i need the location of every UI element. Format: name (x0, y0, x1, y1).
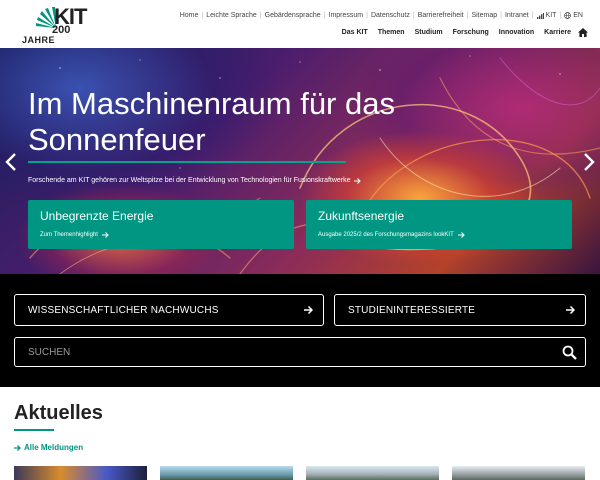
logo-anniversary-word: JAHRE (22, 35, 56, 45)
quicklink-studieninteressierte[interactable]: STUDIENINTERESSIERTE (334, 294, 586, 326)
quicklink-label: STUDIENINTERESSIERTE (348, 304, 476, 316)
language-label: EN (573, 12, 583, 19)
teaser-card-unbegrenzte-energie[interactable]: Unbegrenzte Energie Zum Themenhighlight (28, 200, 294, 249)
site-header: KIT 200 JAHRE Home | Leichte Sprache | G… (0, 0, 600, 48)
meta-link-gebaerdensprache[interactable]: Gebärdensprache (262, 12, 324, 19)
teaser-title: Zukunftsenergie (318, 209, 405, 223)
arrow-right-icon (457, 232, 465, 238)
news-thumbnail-image[interactable] (306, 466, 439, 480)
nav-item-studium[interactable]: Studium (410, 29, 448, 36)
teaser-link[interactable]: Ausgabe 2025/2 des Forschungsmagazins lo… (318, 232, 465, 238)
search-input[interactable] (28, 346, 528, 358)
arrow-right-icon (101, 232, 109, 238)
slider-prev-button[interactable] (4, 152, 18, 172)
news-thumbnail-image[interactable] (452, 466, 585, 480)
meta-link-home[interactable]: Home (177, 12, 202, 19)
teaser-card-zukunftsenergie[interactable]: Zukunftsenergie Ausgabe 2025/2 des Forsc… (306, 200, 572, 249)
nav-item-karriere[interactable]: Karriere (539, 29, 576, 36)
chevron-right-icon (584, 153, 595, 171)
search-icon[interactable] (562, 345, 577, 360)
teaser-title: Unbegrenzte Energie (40, 209, 154, 223)
main-navigation: Das KIT Themen Studium Forschung Innovat… (337, 28, 588, 37)
meta-link-impressum[interactable]: Impressum (326, 12, 367, 19)
nav-item-forschung[interactable]: Forschung (448, 29, 494, 36)
quicklink-wissenschaftlicher-nachwuchs[interactable]: WISSENSCHAFTLICHER NACHWUCHS (14, 294, 324, 326)
news-heading: Aktuelles (14, 402, 103, 424)
meta-link-leichte-sprache[interactable]: Leichte Sprache (203, 12, 260, 19)
meta-navigation: Home | Leichte Sprache | Gebärdensprache… (177, 12, 586, 19)
news-thumbnail-image[interactable] (14, 466, 147, 480)
signal-bars-icon (536, 12, 544, 19)
arrow-right-icon (304, 306, 313, 314)
teaser-link-text: Ausgabe 2025/2 des Forschungsmagazins lo… (318, 232, 454, 238)
meta-link-kit-card[interactable]: KIT (534, 12, 560, 19)
all-news-link[interactable]: Alle Meldungen (14, 443, 83, 452)
nav-item-innovation[interactable]: Innovation (494, 29, 539, 36)
meta-link-barrierefreiheit[interactable]: Barrierefreiheit (415, 12, 467, 19)
all-news-label: Alle Meldungen (24, 443, 84, 452)
meta-link-kit-label: KIT (545, 12, 557, 19)
slider-next-button[interactable] (582, 152, 596, 172)
nav-item-themen[interactable]: Themen (373, 29, 410, 36)
teaser-link-text: Zum Themenhighlight (40, 232, 98, 238)
teaser-link[interactable]: Zum Themenhighlight (40, 232, 109, 238)
hero-subtitle-link[interactable]: Forschende am KIT gehören zur Weltspitze… (28, 177, 361, 184)
kit-200-logo[interactable]: KIT 200 JAHRE (22, 4, 92, 46)
quicklink-label: WISSENSCHAFTLICHER NACHWUCHS (28, 304, 219, 316)
meta-link-sitemap[interactable]: Sitemap (468, 12, 500, 19)
nav-item-das-kit[interactable]: Das KIT (337, 29, 373, 36)
arrow-right-icon (353, 177, 361, 184)
search-box (14, 337, 586, 367)
news-heading-underline (14, 429, 54, 431)
arrow-right-icon (14, 444, 21, 451)
meta-link-datenschutz[interactable]: Datenschutz (368, 12, 413, 19)
language-switch[interactable]: EN (561, 12, 586, 19)
hero-slider: Im Maschinenraum für das Sonnenfeuer For… (0, 48, 600, 274)
hero-title-underline (28, 161, 346, 163)
home-icon[interactable] (578, 28, 588, 37)
quicklinks-band: WISSENSCHAFTLICHER NACHWUCHS STUDIENINTE… (0, 274, 600, 387)
chevron-left-icon (5, 153, 16, 171)
meta-link-intranet[interactable]: Intranet (502, 12, 532, 19)
news-thumbnail-image[interactable] (160, 466, 293, 480)
globe-icon (564, 12, 572, 19)
hero-subtitle-text: Forschende am KIT gehören zur Weltspitze… (28, 177, 351, 184)
arrow-right-icon (566, 306, 575, 314)
hero-title: Im Maschinenraum für das Sonnenfeuer (28, 86, 395, 158)
